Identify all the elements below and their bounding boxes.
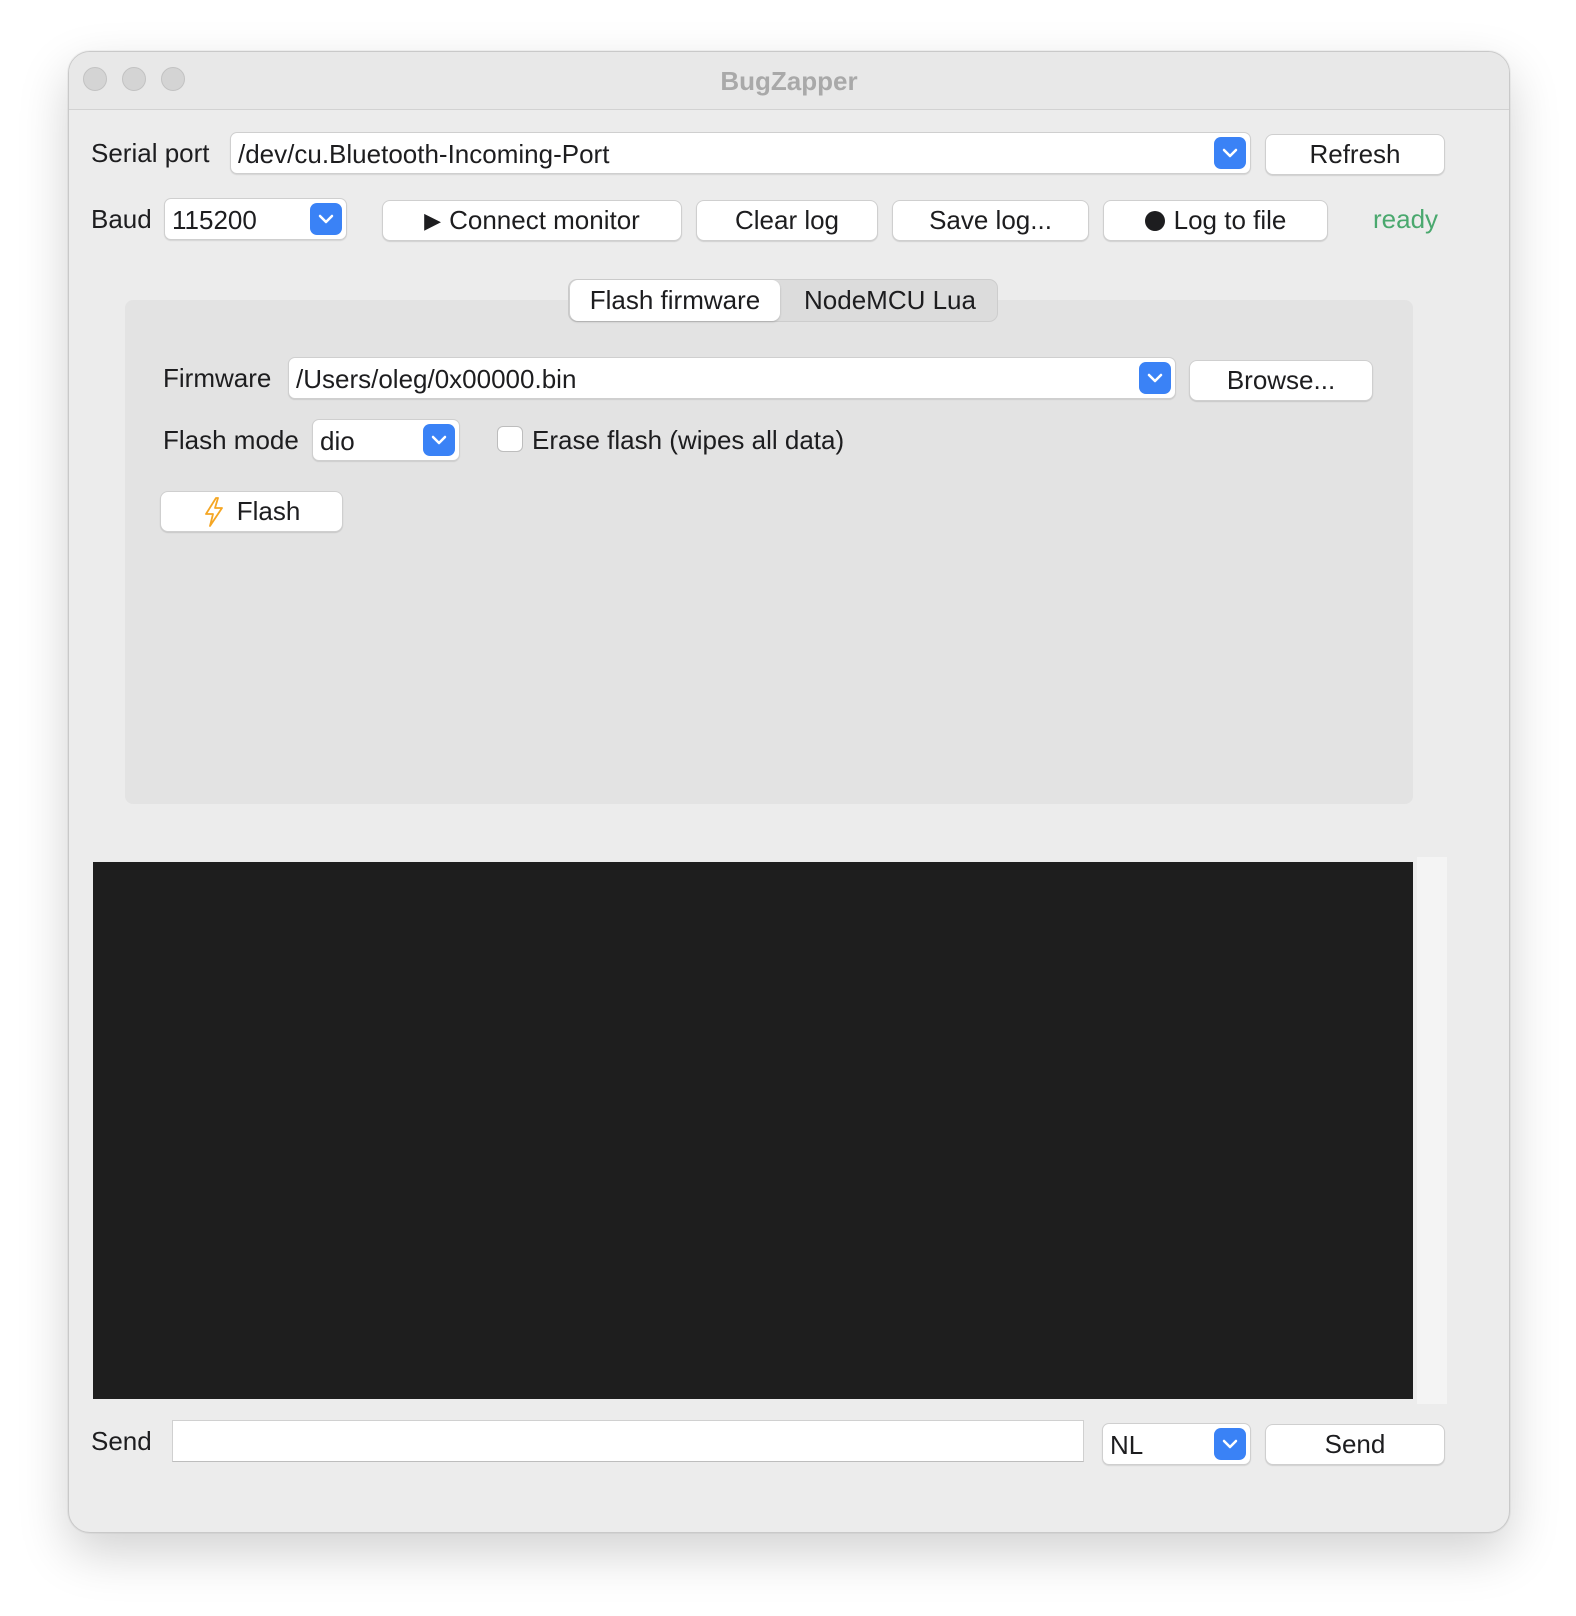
console-scrollbar[interactable] — [1417, 857, 1447, 1404]
title-bar: BugZapper — [69, 52, 1509, 110]
firmware-path-value: /Users/oleg/0x00000.bin — [296, 364, 577, 394]
flash-mode-select[interactable]: dio — [312, 419, 460, 461]
send-input[interactable] — [172, 1420, 1084, 1462]
erase-flash-checkbox[interactable] — [497, 426, 523, 452]
save-log-button[interactable]: Save log... — [892, 200, 1089, 241]
chevron-down-icon — [310, 203, 342, 235]
flash-mode-label: Flash mode — [163, 425, 299, 455]
baud-label: Baud — [91, 204, 152, 234]
chevron-down-icon — [423, 424, 455, 456]
log-to-file-label: Log to file — [1173, 205, 1287, 235]
baud-select[interactable]: 115200 — [164, 198, 347, 240]
line-ending-select[interactable]: NL — [1102, 1423, 1251, 1465]
baud-value: 115200 — [172, 205, 257, 235]
serial-log-console[interactable] — [93, 862, 1413, 1399]
app-window: BugZapper Serial port /dev/cu.Bluetooth-… — [68, 51, 1510, 1533]
serial-port-label: Serial port — [91, 138, 210, 168]
flash-mode-value: dio — [320, 426, 355, 456]
log-to-file-button[interactable]: Log to file — [1103, 200, 1328, 241]
tab-nodemcu-lua[interactable]: NodeMCU Lua — [781, 280, 999, 321]
play-icon: ▶ — [424, 207, 442, 233]
flash-button[interactable]: Flash — [160, 491, 343, 532]
send-button[interactable]: Send — [1265, 1424, 1445, 1465]
refresh-button[interactable]: Refresh — [1265, 134, 1445, 175]
send-label: Send — [91, 1426, 152, 1456]
connect-monitor-button[interactable]: ▶ Connect monitor — [382, 200, 682, 241]
connect-monitor-label: Connect monitor — [449, 205, 640, 235]
chevron-down-icon — [1214, 137, 1246, 169]
firmware-label: Firmware — [163, 363, 272, 393]
record-icon — [1144, 210, 1165, 231]
tab-bar: Flash firmware NodeMCU Lua — [568, 279, 998, 322]
clear-log-button[interactable]: Clear log — [696, 200, 878, 241]
firmware-select[interactable]: /Users/oleg/0x00000.bin — [288, 357, 1176, 399]
serial-port-select[interactable]: /dev/cu.Bluetooth-Incoming-Port — [230, 132, 1251, 174]
status-text: ready — [1373, 204, 1439, 234]
browse-button[interactable]: Browse... — [1189, 360, 1373, 401]
window-title: BugZapper — [720, 66, 858, 96]
serial-port-value: /dev/cu.Bluetooth-Incoming-Port — [238, 139, 610, 169]
lightning-icon — [203, 496, 225, 527]
chevron-down-icon — [1139, 362, 1171, 394]
line-ending-value: NL — [1110, 1430, 1144, 1460]
erase-flash-label[interactable]: Erase flash (wipes all data) — [532, 425, 844, 456]
flash-button-label: Flash — [236, 496, 301, 526]
tab-flash-firmware[interactable]: Flash firmware — [570, 280, 780, 321]
chevron-down-icon — [1214, 1428, 1246, 1460]
